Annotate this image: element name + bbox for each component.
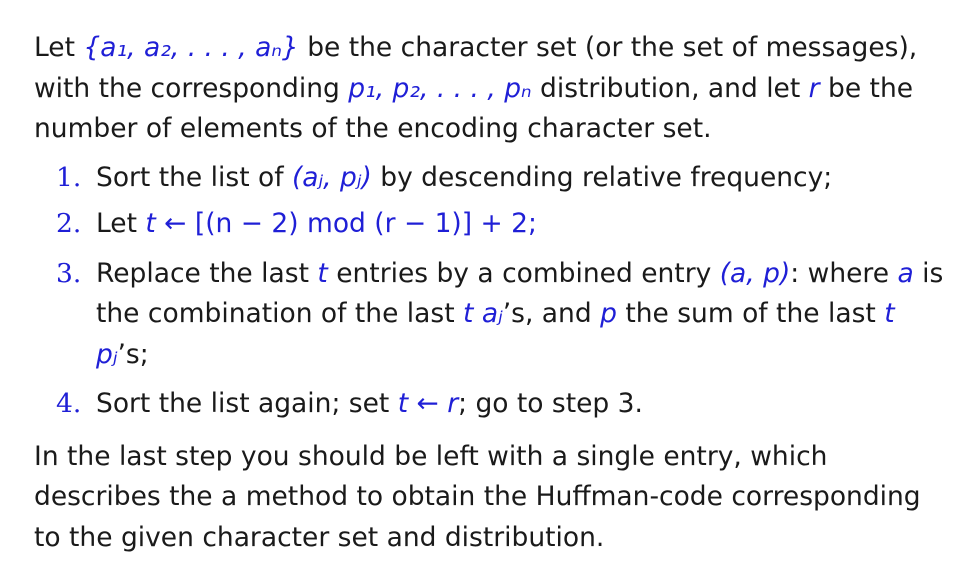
step-2: 2. Let t ← [(n − 2) mod (r − 1)] + 2; bbox=[34, 204, 954, 245]
assignment-expression: ← [(n − 2) mod (r − 1)] + 2; bbox=[155, 208, 537, 239]
step-3-text-6: ’s, and bbox=[502, 298, 601, 329]
t-variable: t bbox=[317, 257, 328, 289]
combined-entry-expression: (a, p) bbox=[719, 257, 791, 289]
r-variable: r bbox=[808, 72, 820, 104]
probability-expression: p₁, p₂, . . . , pₙ bbox=[348, 72, 532, 104]
pair-expression: (aⱼ, pⱼ) bbox=[291, 161, 372, 193]
step-3-text-1: Replace the last bbox=[96, 257, 318, 289]
intro-text-1: Let bbox=[34, 32, 84, 63]
pj-expression: pⱼ bbox=[96, 338, 118, 370]
document-body: Let {a₁, a₂, . . . , aₙ} be the characte… bbox=[34, 28, 954, 558]
step-number: 2. bbox=[56, 208, 82, 239]
step-2-text-1: Let bbox=[96, 208, 146, 239]
a-variable: a bbox=[897, 257, 914, 289]
step-3-text-9: ’s; bbox=[117, 338, 149, 370]
t-variable: t bbox=[884, 298, 895, 329]
t-variable: t bbox=[145, 208, 156, 239]
intro-paragraph: Let {a₁, a₂, . . . , aₙ} be the characte… bbox=[34, 28, 954, 150]
step-3-text-7: the sum of the last bbox=[616, 298, 885, 329]
step-1: 1. Sort the list of (aⱼ, pⱼ) by descendi… bbox=[34, 158, 954, 199]
step-3-text-2: entries by a combined entry bbox=[327, 257, 720, 289]
algorithm-steps: 1. Sort the list of (aⱼ, pⱼ) by descendi… bbox=[34, 158, 954, 425]
character-set-expression: {a₁, a₂, . . . , aₙ} bbox=[83, 32, 299, 63]
p-variable: p bbox=[600, 298, 617, 329]
step-4-text-2: ; go to step 3. bbox=[458, 388, 643, 419]
intro-text-3: distribution, and let bbox=[531, 72, 809, 104]
step-number: 3. bbox=[56, 257, 82, 289]
step-4-text-1: Sort the list again; set bbox=[96, 388, 398, 419]
t-variable: t bbox=[463, 298, 474, 329]
step-3-text-5 bbox=[473, 298, 481, 329]
set-expression: ← r bbox=[408, 388, 459, 419]
step-1-text-1: Sort the list of bbox=[96, 161, 292, 193]
step-number: 4. bbox=[56, 388, 82, 419]
aj-expression: aⱼ bbox=[481, 298, 503, 329]
closing-paragraph: In the last step you should be left with… bbox=[34, 440, 921, 553]
step-number: 1. bbox=[56, 161, 82, 193]
step-4: 4. Sort the list again; set t ← r; go to… bbox=[34, 384, 954, 425]
step-3: 3. Replace the last t entries by a combi… bbox=[34, 254, 954, 376]
step-3-text-3: : where bbox=[790, 257, 898, 289]
t-variable: t bbox=[397, 388, 409, 419]
step-1-text-2: by descending relative frequency; bbox=[371, 161, 833, 193]
